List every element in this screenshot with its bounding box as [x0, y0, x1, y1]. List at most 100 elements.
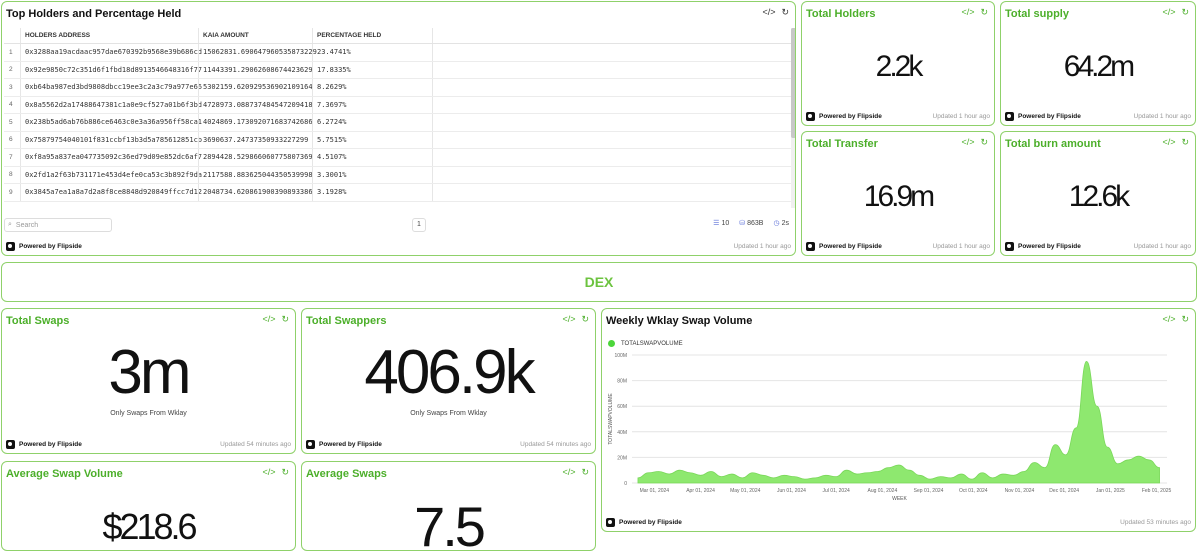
size-stat: ⛁ 863B: [739, 220, 764, 227]
dex-section-header: DEX: [1, 262, 1197, 302]
code-icon[interactable]: </>: [262, 467, 275, 478]
holders-card-actions: </> ↻: [762, 7, 789, 18]
stat-value: 16.9m: [863, 180, 935, 213]
powered-by[interactable]: Powered by Flipside: [6, 439, 82, 449]
search-input[interactable]: ⌕ Search: [4, 218, 112, 232]
updated-time: Updated 53 minutes ago: [1120, 518, 1191, 526]
percentage-held: 17.8335%: [312, 61, 432, 78]
kaia-amount: 2894428.529866060775807369: [198, 149, 313, 166]
refresh-icon[interactable]: ↻: [581, 467, 589, 478]
col-percentage-held[interactable]: PERCENTAGE HELD: [312, 28, 432, 43]
chart-title: Weekly Wklay Swap Volume: [606, 315, 753, 327]
powered-by[interactable]: Powered by Flipside: [606, 517, 682, 527]
table-row[interactable]: 3 0xb64ba987ed3bd9808dbcc19ee3c2a3c79a977…: [4, 79, 792, 97]
table-row[interactable]: 4 0x8a5562d2a17488647381c1a0e9cf527a01b6f…: [4, 96, 792, 114]
table-row[interactable]: 8 0x2fd1a2f63b731171e453d4efe0ca53c3b892f…: [4, 166, 792, 184]
x-tick-label: Oct 01, 2024: [959, 488, 988, 494]
row-index: 1: [9, 48, 13, 56]
flipside-logo-icon: [1005, 111, 1014, 121]
code-icon[interactable]: </>: [762, 7, 775, 18]
refresh-icon[interactable]: ↻: [581, 314, 589, 325]
stat-value: $218.6: [102, 506, 197, 547]
total-swaps-card: Total Swaps </> ↻ 3m Only Swaps From Wkla…: [1, 308, 296, 454]
row-index: 3: [9, 83, 13, 91]
stat-value: 7.5: [414, 495, 486, 551]
time-stat: ◷ 2s: [773, 220, 789, 227]
table-scrollbar[interactable]: [791, 28, 795, 208]
col-kaia-amount[interactable]: KAIA AMOUNT: [198, 28, 312, 43]
x-tick-label: Dec 01, 2024: [1049, 488, 1079, 494]
powered-by[interactable]: Powered by Flipside: [806, 111, 882, 121]
avg-swaps-card: Average Swaps </> ↻ 7.5: [301, 461, 596, 551]
holder-address: 0x8a5562d2a17488647381c1a0e9cf527a01b6f3…: [20, 96, 202, 113]
row-index: 4: [9, 101, 13, 109]
flipside-logo-icon: [6, 241, 15, 251]
powered-by[interactable]: Powered by Flipside: [6, 241, 82, 251]
code-icon[interactable]: </>: [1162, 314, 1175, 325]
code-icon[interactable]: </>: [961, 137, 974, 148]
updated-time: Updated 1 hour ago: [733, 242, 791, 250]
refresh-icon[interactable]: ↻: [1181, 314, 1189, 325]
y-tick-label: 80M: [617, 379, 627, 385]
holder-address: 0xb64ba987ed3bd9808dbcc19ee3c2a3c79a977e…: [20, 79, 202, 96]
table-row[interactable]: 9 0x3845a7ea1a8a7d2a8f8ce8848d920849ffcc7…: [4, 184, 792, 202]
powered-by[interactable]: Powered by Flipside: [1005, 241, 1081, 251]
card-title: Average Swap Volume: [6, 468, 123, 480]
flipside-logo-icon: [1005, 241, 1014, 251]
flipside-logo-icon: [806, 111, 815, 121]
powered-by[interactable]: Powered by Flipside: [806, 241, 882, 251]
percentage-held: 6.2724%: [312, 114, 432, 131]
col-holders-address[interactable]: HOLDERS ADDRESS: [20, 28, 198, 43]
updated-time: Updated 1 hour ago: [932, 112, 990, 120]
row-index: 6: [9, 136, 13, 144]
flipside-logo-icon: [6, 439, 15, 449]
table-row[interactable]: 7 0xf8a95a837ea047735092c36ed79d09e852dc6…: [4, 149, 792, 167]
area-chart[interactable]: 0 20M 40M 60M 80M 100M Mar 01, 2024 Apr 01, 202…: [602, 327, 1196, 517]
refresh-icon[interactable]: ↻: [281, 467, 289, 478]
refresh-icon[interactable]: ↻: [281, 314, 289, 325]
code-icon[interactable]: </>: [1162, 7, 1175, 18]
code-icon[interactable]: </>: [961, 7, 974, 18]
row-index: 8: [9, 171, 13, 179]
stat-subtitle: Only Swaps From Wklay: [110, 410, 187, 417]
refresh-icon[interactable]: ↻: [980, 7, 988, 18]
table-stats: ☰ 10 ⛁ 863B ◷ 2s: [713, 219, 789, 227]
code-icon[interactable]: </>: [562, 314, 575, 325]
code-icon[interactable]: </>: [562, 467, 575, 478]
table-row[interactable]: 5 0x238b5ad6ab76b886ce6463c0e3a36a956ff58…: [4, 114, 792, 132]
database-icon: ⛁: [739, 220, 746, 227]
refresh-icon[interactable]: ↻: [980, 137, 988, 148]
refresh-icon[interactable]: ↻: [1181, 7, 1189, 18]
y-tick-label: 0: [624, 481, 627, 487]
y-axis-label: TOTALSWAPVOLUME: [608, 393, 614, 445]
table-row[interactable]: 1 0x3288aa19acdaac957dae670392b9568e39b68…: [4, 44, 792, 62]
card-title: Total Transfer: [806, 138, 878, 150]
holder-address: 0x238b5ad6ab76b886ce6463c0e3a36a956ff58c…: [20, 114, 202, 131]
y-tick-label: 20M: [617, 455, 627, 461]
y-tick-label: 100M: [614, 353, 627, 359]
card-title: Total Swappers: [306, 315, 387, 327]
powered-by[interactable]: Powered by Flipside: [306, 439, 382, 449]
code-icon[interactable]: </>: [1162, 137, 1175, 148]
x-axis-label: WEEK: [892, 496, 907, 502]
holder-address: 0x3288aa19acdaac957dae670392b9568e39b686…: [20, 44, 202, 61]
table-row[interactable]: 6 0x75879754040101f831ccbf13b3d5a78561285…: [4, 131, 792, 149]
refresh-icon[interactable]: ↻: [781, 7, 789, 18]
kaia-amount: 3690637.24737350933227299: [198, 131, 312, 148]
x-tick-label: Jan 01, 2025: [1096, 488, 1125, 494]
search-placeholder: Search: [15, 221, 39, 229]
refresh-icon[interactable]: ↻: [1181, 137, 1189, 148]
updated-time: Updated 1 hour ago: [1133, 242, 1191, 250]
card-title: Average Swaps: [306, 468, 387, 480]
scrollbar-thumb[interactable]: [791, 28, 795, 138]
powered-by[interactable]: Powered by Flipside: [1005, 111, 1081, 121]
table-row[interactable]: 2 0x92e9850c72c351d6f1fbd18d8913546648316…: [4, 61, 792, 79]
kaia-amount: 2048734.620861900390893386: [198, 184, 313, 201]
code-icon[interactable]: </>: [262, 314, 275, 325]
page-number[interactable]: 1: [412, 218, 426, 232]
x-tick-label: Nov 01, 2024: [1005, 488, 1035, 494]
row-index: 9: [9, 188, 13, 196]
holder-address: 0x92e9850c72c351d6f1fbd18d8913546648316f…: [20, 61, 202, 78]
flipside-logo-icon: [806, 241, 815, 251]
total-burn-card: Total burn amount </> ↻ 12.6k Powered by …: [1000, 131, 1196, 256]
